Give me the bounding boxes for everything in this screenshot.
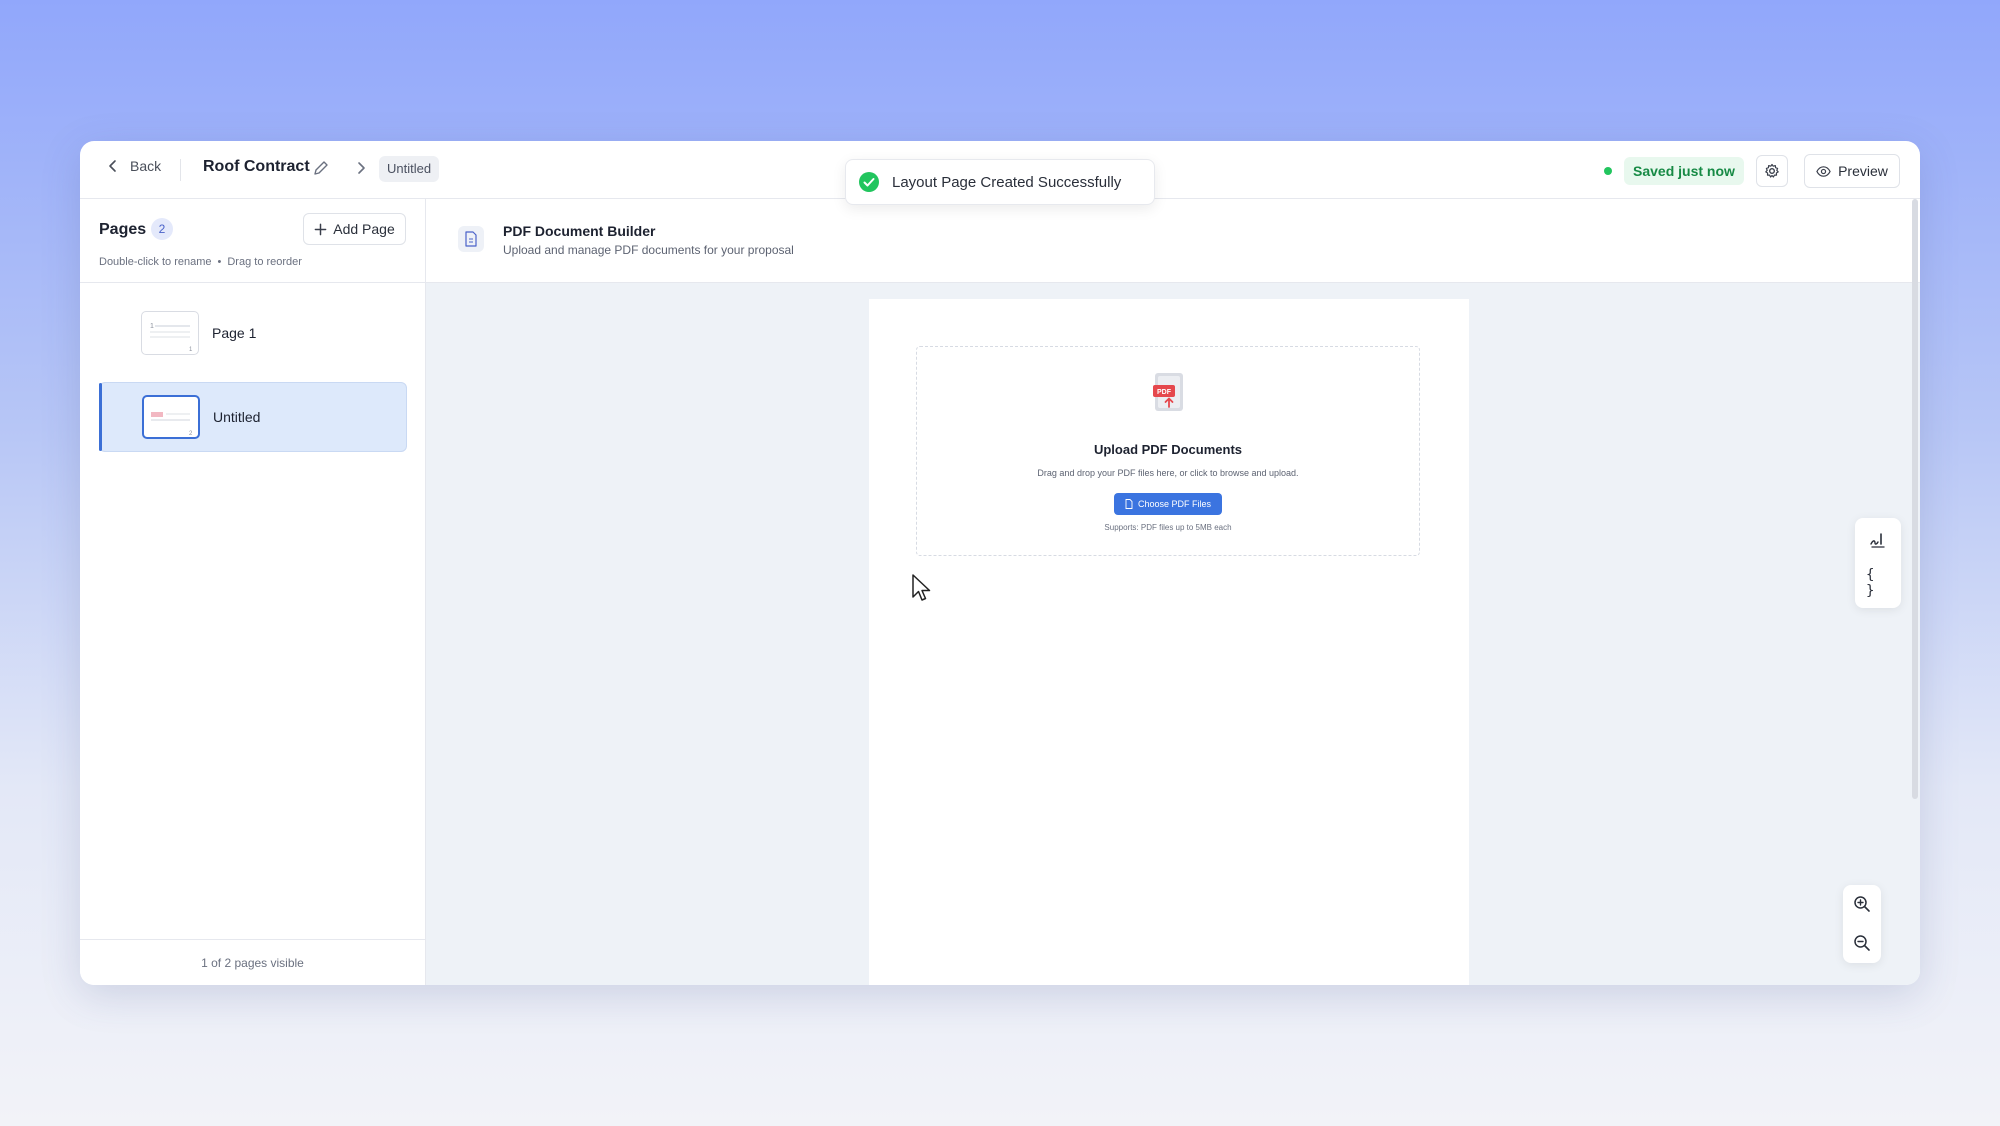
page-list-item-active[interactable]: 2 Untitled bbox=[99, 382, 407, 452]
eye-icon bbox=[1816, 165, 1831, 177]
page-paper: PDF Upload PDF Documents Drag and drop y… bbox=[869, 299, 1469, 985]
check-circle-icon bbox=[859, 172, 879, 192]
zoom-out-button[interactable] bbox=[1852, 933, 1872, 953]
plus-icon bbox=[314, 223, 327, 235]
pdf-dropzone[interactable]: PDF Upload PDF Documents Drag and drop y… bbox=[916, 346, 1420, 556]
top-bar: Back Roof Contract Untitled Layout Page … bbox=[80, 141, 1920, 205]
preview-button[interactable]: Preview bbox=[1804, 154, 1900, 188]
hint-separator-dot: • bbox=[217, 256, 222, 268]
variables-button[interactable]: { } bbox=[1866, 567, 1890, 599]
add-page-button[interactable]: Add Page bbox=[303, 213, 406, 245]
pages-title: Pages bbox=[99, 221, 147, 238]
choose-pdf-files-button[interactable]: Choose PDF Files bbox=[1114, 493, 1222, 515]
breadcrumb-current-page[interactable]: Untitled bbox=[379, 156, 440, 182]
pdf-upload-icon: PDF bbox=[1153, 373, 1183, 411]
choose-pdf-files-label: Choose PDF Files bbox=[1137, 499, 1212, 509]
chevron-right-icon bbox=[352, 159, 370, 177]
page-list-item[interactable]: 1 1 Page 1 bbox=[99, 299, 407, 369]
back-label: Back bbox=[130, 158, 162, 174]
side-toolbar: { } bbox=[1855, 518, 1901, 608]
add-page-label: Add Page bbox=[333, 221, 395, 237]
sidebar-hint: Double-click to rename • Drag to reorder bbox=[99, 256, 302, 268]
builder-subtitle: Upload and manage PDF documents for your… bbox=[503, 243, 794, 257]
save-status-badge: Saved just now bbox=[1624, 157, 1744, 185]
page-label: Untitled bbox=[213, 409, 261, 425]
page-thumbnail: 1 1 bbox=[141, 311, 199, 355]
hint-rename: Double-click to rename bbox=[99, 256, 212, 268]
upload-support-text: Supports: PDF files up to 5MB each bbox=[1104, 523, 1232, 532]
pages-count-badge: 2 bbox=[151, 218, 173, 240]
edit-title-icon[interactable] bbox=[312, 159, 330, 177]
signature-button[interactable] bbox=[1866, 528, 1890, 552]
app-window: Back Roof Contract Untitled Layout Page … bbox=[80, 141, 1920, 985]
divider bbox=[180, 159, 181, 181]
zoom-in-button[interactable] bbox=[1852, 894, 1872, 914]
save-status-dot bbox=[1604, 167, 1612, 175]
success-toast: Layout Page Created Successfully bbox=[845, 159, 1155, 205]
document-icon bbox=[458, 226, 484, 252]
mouse-cursor-icon bbox=[912, 574, 931, 601]
pages-sidebar: Pages 2 Add Page Double-click to rename … bbox=[80, 199, 426, 985]
chevron-left-icon bbox=[109, 160, 116, 172]
zoom-in-icon bbox=[1854, 896, 1870, 912]
file-icon bbox=[1125, 499, 1133, 509]
svg-text:1: 1 bbox=[150, 323, 154, 330]
svg-text:1: 1 bbox=[189, 347, 193, 353]
svg-text:2: 2 bbox=[189, 431, 193, 437]
zoom-out-icon bbox=[1854, 935, 1870, 951]
gear-icon bbox=[1765, 163, 1779, 178]
zoom-controls bbox=[1843, 885, 1881, 963]
upload-description: Drag and drop your PDF files here, or cl… bbox=[1037, 468, 1299, 478]
pages-visible-count: 1 of 2 pages visible bbox=[80, 939, 425, 985]
page-thumbnail: 2 bbox=[142, 395, 200, 439]
vertical-scrollbar[interactable] bbox=[1912, 199, 1918, 799]
editor-canvas: PDF Upload PDF Documents Drag and drop y… bbox=[426, 283, 1920, 985]
builder-title: PDF Document Builder bbox=[503, 223, 656, 239]
page-label: Page 1 bbox=[212, 325, 257, 341]
upload-title: Upload PDF Documents bbox=[1093, 442, 1243, 457]
document-title[interactable]: Roof Contract bbox=[203, 158, 310, 176]
hint-reorder: Drag to reorder bbox=[227, 256, 302, 268]
svg-text:PDF: PDF bbox=[1157, 389, 1172, 396]
preview-label: Preview bbox=[1838, 163, 1888, 179]
sidebar-header: Pages 2 Add Page Double-click to rename … bbox=[80, 199, 425, 283]
toast-message: Layout Page Created Successfully bbox=[892, 173, 1122, 191]
builder-header: PDF Document Builder Upload and manage P… bbox=[426, 199, 1920, 283]
back-button[interactable]: Back bbox=[106, 158, 161, 174]
settings-button[interactable] bbox=[1756, 155, 1788, 187]
signature-icon bbox=[1870, 533, 1885, 548]
